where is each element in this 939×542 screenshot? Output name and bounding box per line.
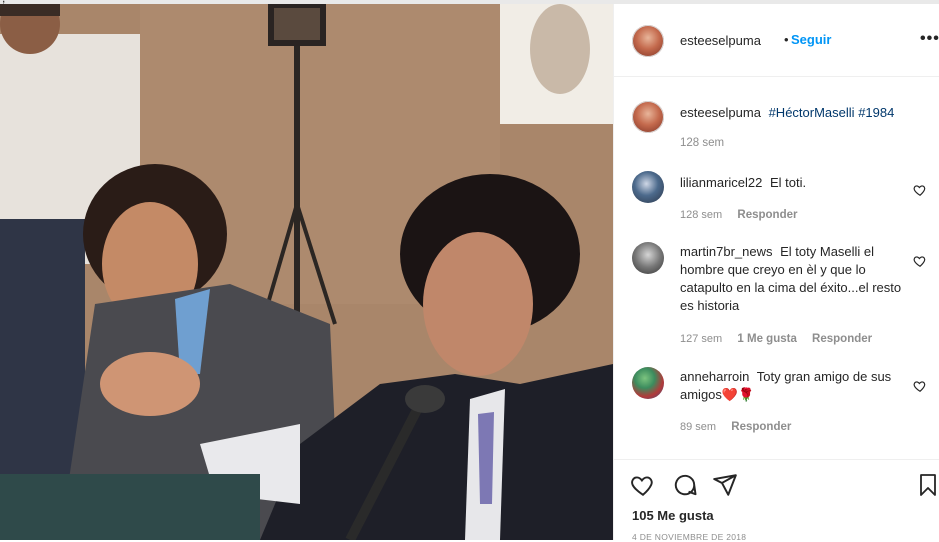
commenter-avatar[interactable] (632, 242, 664, 274)
heart-icon[interactable] (630, 472, 656, 498)
commenter-avatar[interactable] (632, 171, 664, 203)
comment-time[interactable]: 128 sem (680, 209, 722, 221)
follow-button[interactable]: Seguir (791, 32, 831, 47)
comment-like-heart-icon[interactable] (913, 183, 927, 197)
post-details-panel: esteeselpuma • Seguir ••• esteeselpuma #… (613, 4, 939, 542)
caption-username[interactable]: esteeselpuma (680, 105, 761, 120)
reply-button[interactable]: Responder (731, 421, 791, 433)
comment-username[interactable]: martin7br_news (680, 244, 773, 259)
comment-likes-count[interactable]: 1 Me gusta (737, 333, 796, 345)
reply-button[interactable]: Responder (812, 333, 872, 345)
bookmark-icon[interactable] (916, 472, 939, 498)
caption-body: esteeselpuma #HéctorMaselli #1984 (680, 104, 912, 122)
likes-count[interactable]: 105 Me gusta (632, 508, 714, 523)
post-photo[interactable] (0, 4, 613, 540)
author-avatar[interactable] (632, 25, 664, 57)
comment-like-heart-icon[interactable] (913, 254, 927, 268)
caption-author-avatar[interactable] (632, 101, 664, 133)
photo-illustration (0, 4, 613, 540)
comment-body: lilianmaricel22 El toti. (680, 174, 912, 192)
comment-time[interactable]: 89 sem (680, 421, 716, 433)
caption-time[interactable]: 128 sem (680, 137, 724, 149)
comment-meta: 89 sem Responder (680, 421, 803, 433)
hashtag-link[interactable]: #HéctorMaselli (769, 105, 855, 120)
comment-time[interactable]: 127 sem (680, 333, 722, 345)
comment-meta: 127 sem 1 Me gusta Responder (680, 333, 884, 345)
comment-meta: 128 sem Responder (680, 209, 809, 221)
comment-icon[interactable] (672, 472, 698, 498)
post-header: esteeselpuma • Seguir ••• (614, 4, 939, 77)
hashtag-link[interactable]: #1984 (858, 105, 894, 120)
comment-username[interactable]: anneharroin (680, 369, 749, 384)
comment-body: anneharroin Toty gran amigo de sus amigo… (680, 368, 912, 404)
share-icon[interactable] (712, 472, 738, 498)
more-options-icon[interactable]: ••• (920, 30, 939, 48)
comment-text: El toti. (770, 175, 807, 190)
post-date[interactable]: 4 DE NOVIEMBRE DE 2018 (632, 532, 746, 542)
commenter-avatar[interactable] (632, 367, 664, 399)
reply-button[interactable]: Responder (737, 209, 797, 221)
comment-body: martin7br_news El toty Maselli el hombre… (680, 243, 912, 315)
author-username[interactable]: esteeselpuma (680, 33, 761, 48)
comment-like-heart-icon[interactable] (913, 379, 927, 393)
comment-username[interactable]: lilianmaricel22 (680, 175, 762, 190)
post-actions-bar: 105 Me gusta 4 DE NOVIEMBRE DE 2018 (614, 459, 939, 542)
separator-dot: • (784, 32, 789, 47)
